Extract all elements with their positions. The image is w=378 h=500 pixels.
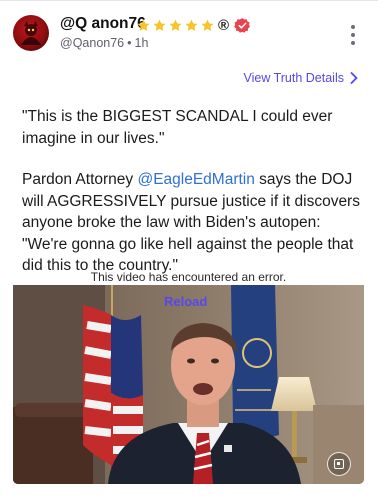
video-error-message: This video has encountered an error.: [90, 270, 287, 284]
video-caption-text: "This is the BIGGEST SCANDAL I could eve…: [22, 106, 360, 277]
video-quote-frame: "This is the BIGGEST SCANDAL I could eve…: [13, 103, 364, 285]
star-icon: [201, 19, 214, 31]
video-frame[interactable]: [13, 285, 364, 484]
quote-paragraph-2: Pardon Attorney @EagleEdMartin says the …: [22, 171, 360, 274]
handle-line: @Qanon76 • 1h: [60, 36, 148, 50]
mention-link[interactable]: @EagleEdMartin: [137, 171, 254, 188]
timestamp[interactable]: 1h: [135, 36, 149, 50]
separator-dot: •: [127, 36, 132, 50]
view-truth-details-link[interactable]: View Truth Details: [243, 71, 358, 85]
avatar[interactable]: [13, 15, 49, 51]
handle[interactable]: @Qanon76: [60, 36, 124, 50]
video-settings-icon[interactable]: [327, 452, 351, 476]
star-icon: [169, 19, 182, 31]
star-icon: [153, 19, 166, 31]
star-icon: [185, 19, 198, 31]
display-name[interactable]: @Q anon76: [60, 15, 146, 33]
more-options-icon[interactable]: [346, 25, 360, 45]
quote-paragraph-1: "This is the BIGGEST SCANDAL I could eve…: [22, 108, 333, 147]
post-header: @Q anon76 ® @Qanon76 • 1h: [0, 0, 378, 62]
reload-button[interactable]: Reload: [164, 294, 207, 309]
badge-row: ®: [136, 15, 251, 35]
star-icon: [137, 19, 150, 31]
registered-mark: ®: [218, 16, 230, 34]
video-card[interactable]: "This is the BIGGEST SCANDAL I could eve…: [13, 103, 364, 484]
chevron-right-icon: [350, 72, 358, 84]
view-truth-details-label: View Truth Details: [243, 71, 344, 85]
verified-badge-icon: [234, 17, 250, 33]
